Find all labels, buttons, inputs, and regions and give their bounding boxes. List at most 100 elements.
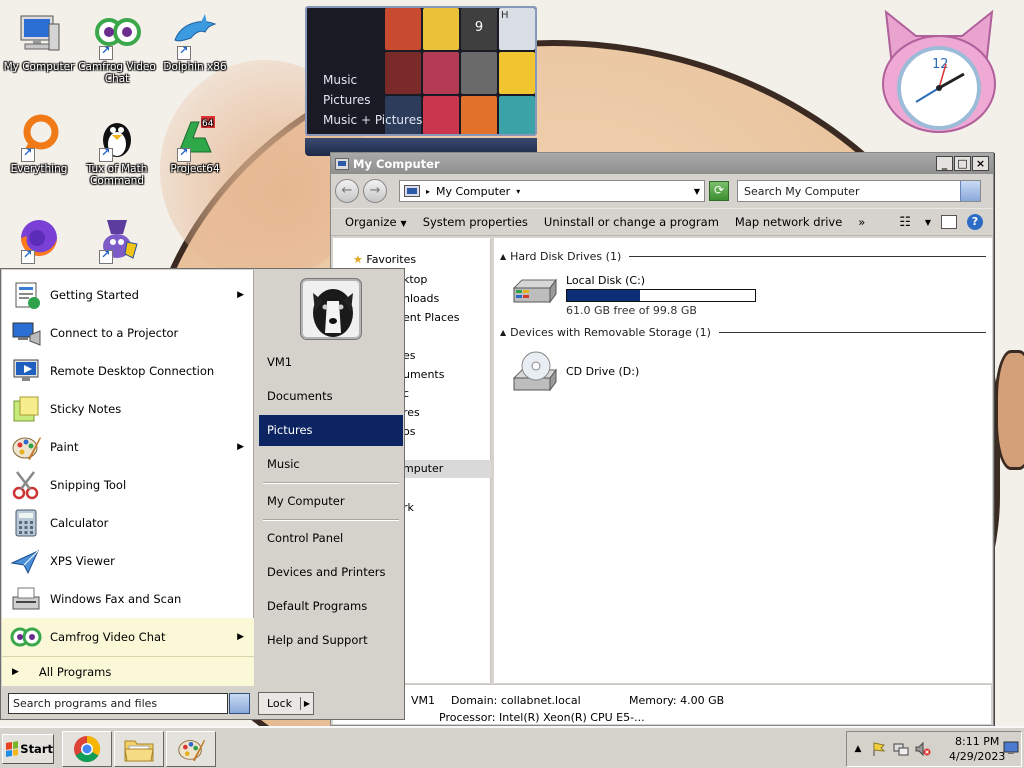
getting-started-icon	[15, 282, 40, 309]
address-bar[interactable]: ▸ My Computer ▾ ▼	[399, 180, 705, 202]
shortcut-arrow-icon	[99, 147, 113, 162]
action-center-flag-icon[interactable]	[871, 741, 887, 757]
submenu-arrow-icon: ▶	[237, 442, 244, 452]
program-paint[interactable]: Paint ▶	[2, 428, 254, 466]
map-network-drive-button[interactable]: Map network drive	[735, 215, 842, 229]
collapse-chevron-icon[interactable]: ▲	[500, 328, 506, 337]
search-icon[interactable]	[229, 693, 250, 714]
minimize-button[interactable]: _	[936, 156, 953, 171]
maximize-button[interactable]: □	[954, 156, 971, 171]
taskbar-explorer-button[interactable]	[114, 731, 164, 767]
group-header-hard-disks[interactable]: ▲ Hard Disk Drives (1)	[500, 250, 986, 263]
desktop-icon-camfrog[interactable]: Camfrog Video Chat	[78, 10, 156, 85]
cd-drive-icon	[512, 351, 557, 392]
view-options-icon[interactable]: ☷	[899, 215, 911, 230]
desktop-icon-dolphin[interactable]: Dolphin x86	[156, 10, 234, 73]
search-input[interactable]: Search My Computer	[737, 180, 981, 202]
program-camfrog[interactable]: Camfrog Video Chat ▶	[2, 618, 254, 656]
view-dropdown-icon[interactable]: ▼	[925, 218, 931, 227]
cat-clock-icon: 12	[882, 9, 996, 133]
media-center-gadget[interactable]: 9 H Music Pictures Music + Pictures	[305, 6, 537, 136]
start-item-user[interactable]: VM1	[259, 347, 403, 378]
breadcrumb-chevron-icon[interactable]: ▾	[516, 187, 520, 196]
desktop-icon-label: Dolphin x86	[163, 61, 227, 73]
desktop-icon-wizard[interactable]	[78, 214, 156, 265]
breadcrumb-item[interactable]: My Computer	[436, 185, 510, 198]
nav-item[interactable]: nloads	[403, 292, 439, 305]
program-connect-projector[interactable]: Connect to a Projector	[2, 314, 254, 352]
all-programs-button[interactable]: ▶ All Programs	[2, 656, 254, 686]
taskbar-clock[interactable]: 8:11 PM 4/29/2023	[949, 734, 1005, 764]
clock-gadget[interactable]: 12	[876, 6, 1002, 136]
program-snipping-tool[interactable]: Snipping Tool	[2, 466, 254, 504]
program-fax-scan[interactable]: Windows Fax and Scan	[2, 580, 254, 618]
program-xps-viewer[interactable]: XPS Viewer	[2, 542, 254, 580]
start-menu[interactable]: Getting Started ▶ Connect to a Projector …	[0, 268, 405, 720]
show-hidden-icons-button[interactable]: ▲	[851, 744, 865, 754]
refresh-button[interactable]: ⟳	[709, 181, 729, 201]
show-desktop-icon[interactable]	[1003, 741, 1019, 755]
lock-button[interactable]: Lock ▶	[258, 692, 314, 715]
system-properties-button[interactable]: System properties	[423, 215, 528, 229]
nav-item[interactable]: res	[403, 406, 420, 419]
media-tile-number: 9	[461, 8, 497, 50]
drive-d[interactable]: CD Drive (D:)	[510, 348, 639, 394]
more-commands-button[interactable]: »	[858, 215, 865, 229]
desktop-icon-project64[interactable]: 64 Project64	[156, 112, 234, 175]
desktop-icon-everything[interactable]: Everything	[0, 112, 78, 175]
taskbar-chrome-button[interactable]	[62, 731, 112, 767]
help-icon[interactable]: ?	[967, 214, 983, 230]
windows-flag-icon	[6, 741, 19, 757]
nav-favorites[interactable]: ★ Favorites	[353, 253, 416, 266]
breadcrumb-chevron-icon[interactable]: ▸	[426, 187, 430, 196]
network-icon[interactable]	[893, 741, 909, 757]
start-item-documents[interactable]: Documents	[259, 381, 403, 412]
submenu-arrow-icon: ▶	[237, 290, 244, 300]
start-item-pictures[interactable]: Pictures	[259, 415, 403, 446]
back-button[interactable]: ←	[335, 179, 359, 203]
nav-item[interactable]: ktop	[403, 273, 427, 286]
group-header-removable[interactable]: ▲ Devices with Removable Storage (1)	[500, 326, 986, 339]
search-icon[interactable]	[960, 181, 980, 201]
media-item-music[interactable]: Music	[323, 70, 422, 90]
nav-item[interactable]: uments	[403, 368, 444, 381]
start-search-input[interactable]: Search programs and files	[8, 693, 228, 714]
start-item-devices-printers[interactable]: Devices and Printers	[259, 557, 403, 588]
taskbar: Start ▲ 8:11 PM 4/29/2023	[0, 726, 1024, 768]
start-item-control-panel[interactable]: Control Panel	[259, 523, 403, 554]
taskbar-paint-button[interactable]	[166, 731, 216, 767]
preview-pane-icon[interactable]	[941, 215, 957, 229]
volume-muted-icon[interactable]	[915, 741, 931, 757]
explorer-folder-icon	[124, 740, 154, 762]
organize-button[interactable]: Organize ▼	[345, 215, 407, 229]
explorer-titlebar[interactable]: My Computer _ □ ×	[331, 153, 993, 174]
close-button[interactable]: ×	[972, 156, 989, 171]
program-calculator[interactable]: Calculator	[2, 504, 254, 542]
start-item-music[interactable]: Music	[259, 449, 403, 480]
drive-c[interactable]: Local Disk (C:) 61.0 GB free of 99.8 GB	[510, 274, 756, 317]
forward-button[interactable]: →	[363, 179, 387, 203]
nav-item-selected[interactable]: mputer	[401, 460, 491, 478]
desktop-icon-my-computer[interactable]: My Computer	[0, 10, 78, 73]
collapse-chevron-icon[interactable]: ▲	[500, 252, 506, 261]
uninstall-program-button[interactable]: Uninstall or change a program	[544, 215, 719, 229]
start-button[interactable]: Start	[2, 734, 54, 764]
start-item-default-programs[interactable]: Default Programs	[259, 591, 403, 622]
start-item-help-support[interactable]: Help and Support	[259, 625, 403, 656]
media-item-music-pictures[interactable]: Music + Pictures	[323, 110, 422, 130]
firefox-icon	[15, 214, 63, 264]
wallpaper-ear	[995, 350, 1024, 470]
user-avatar[interactable]	[301, 279, 361, 339]
start-item-my-computer[interactable]: My Computer	[259, 486, 403, 517]
program-sticky-notes[interactable]: Sticky Notes	[2, 390, 254, 428]
shutdown-options-arrow-icon[interactable]: ▶	[301, 699, 313, 708]
media-item-pictures[interactable]: Pictures	[323, 90, 422, 110]
xps-viewer-icon	[10, 549, 40, 575]
desktop-icon-firefox[interactable]	[0, 214, 78, 265]
program-remote-desktop[interactable]: Remote Desktop Connection	[2, 352, 254, 390]
nav-item[interactable]: ent Places	[403, 311, 460, 324]
explorer-window[interactable]: My Computer _ □ × ← → ▸ My Computer ▾ ▼ …	[330, 152, 994, 726]
desktop-icon-tux-math[interactable]: Tux of Math Command	[78, 112, 156, 187]
program-getting-started[interactable]: Getting Started ▶	[2, 276, 254, 314]
address-dropdown-icon[interactable]: ▼	[694, 187, 700, 196]
